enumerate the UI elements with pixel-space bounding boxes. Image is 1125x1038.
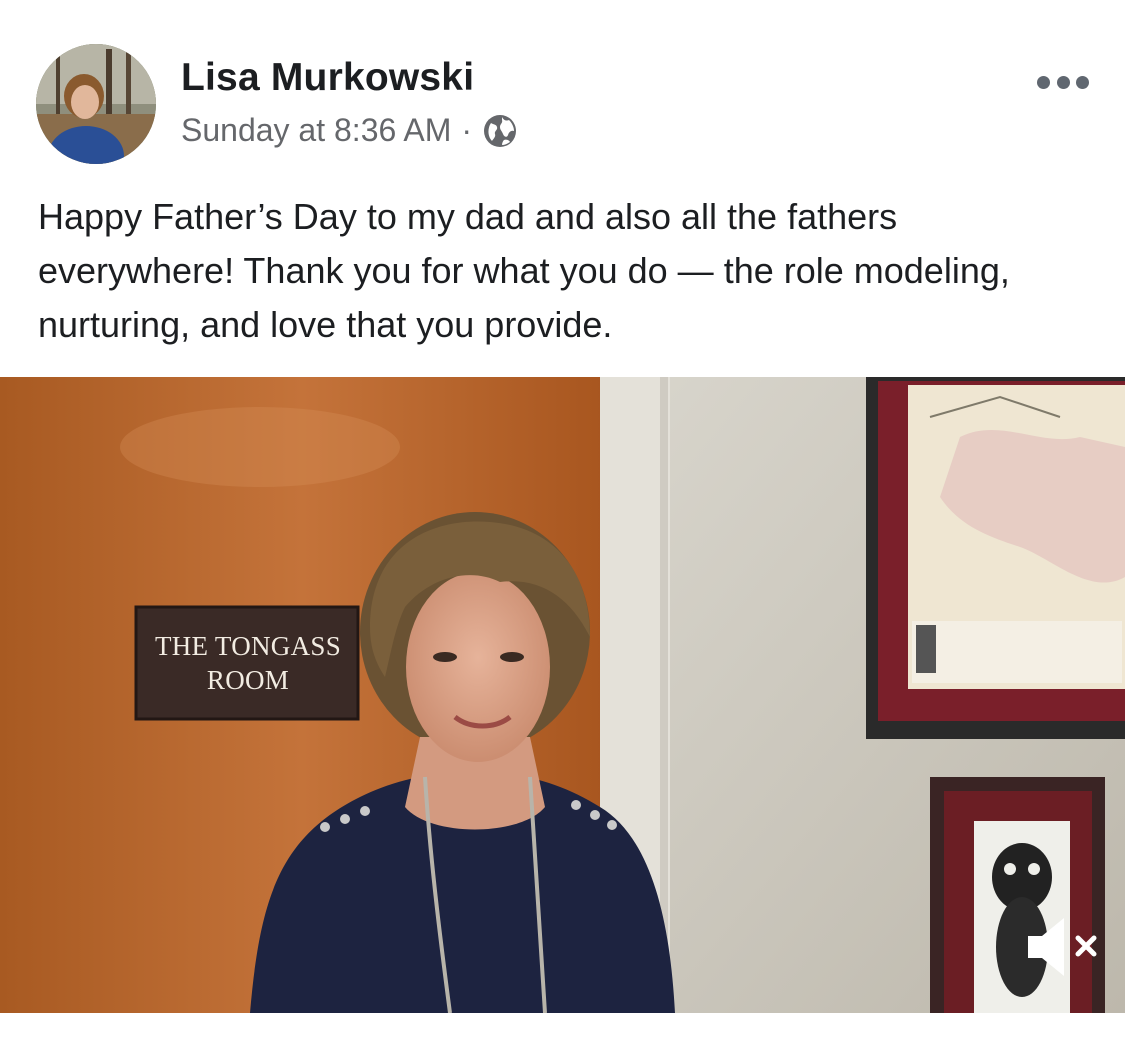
profile-avatar[interactable] xyxy=(36,44,156,164)
avatar-image xyxy=(36,44,156,164)
more-dot xyxy=(1056,75,1070,89)
more-options-icon[interactable] xyxy=(1037,70,1089,94)
post-video[interactable]: THE TONGASS ROOM xyxy=(0,377,1125,1013)
post-header: Lisa Murkowski Sunday at 8:36 AM · xyxy=(0,0,1125,180)
post-footer-spacer xyxy=(0,1013,1125,1038)
speaker-muted-icon[interactable] xyxy=(1022,912,1102,982)
meta-separator: · xyxy=(461,112,473,148)
post-timestamp[interactable]: Sunday at 8:36 AM xyxy=(181,112,451,149)
more-dot xyxy=(1076,75,1089,89)
more-dot xyxy=(1037,75,1050,89)
post-meta: Sunday at 8:36 AM · xyxy=(181,112,518,149)
globe-icon xyxy=(484,114,517,147)
post-caption: Happy Father’s Day to my dad and also al… xyxy=(38,196,1010,345)
video-frame xyxy=(0,377,1125,1013)
post-author-name[interactable]: Lisa Murkowski xyxy=(181,56,474,100)
